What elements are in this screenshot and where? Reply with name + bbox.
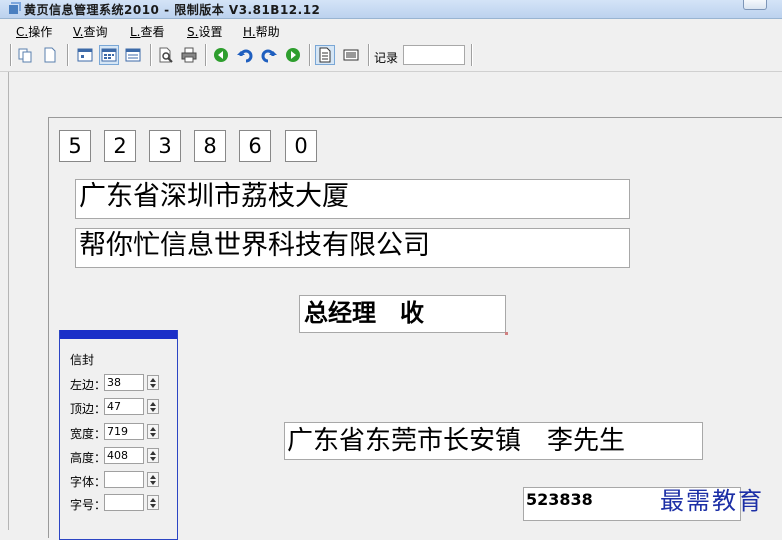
menu-operate[interactable]: C.操作: [16, 23, 52, 40]
height-spinner[interactable]: [147, 448, 159, 463]
left-margin-input[interactable]: 38: [104, 374, 144, 391]
copy-icon[interactable]: [15, 45, 35, 65]
recipient-field[interactable]: 总经理 收: [299, 295, 506, 333]
toolbar-separator: [368, 44, 370, 66]
spin-up-icon[interactable]: [150, 451, 156, 455]
zip-digit-box[interactable]: 8: [194, 130, 226, 162]
top-margin-spinner[interactable]: [147, 399, 159, 414]
toolbar: 记录: [0, 41, 782, 72]
menu-settings[interactable]: S.设置: [187, 23, 222, 40]
address-line2-field[interactable]: 帮你忙信息世界科技有限公司: [75, 228, 630, 268]
title-bar: 黄页信息管理系统2010 - 限制版本 V3.81B12.12: [0, 0, 782, 19]
zip-digit-box[interactable]: 0: [285, 130, 317, 162]
spin-down-icon[interactable]: [150, 481, 156, 485]
envelope-settings-panel: 信封 左边： 38 顶边： 47 宽度： 719 高度： 408 字体： 字号：: [59, 330, 178, 540]
forward-icon[interactable]: [283, 45, 303, 65]
top-margin-input[interactable]: 47: [104, 398, 144, 415]
width-label: 宽度：: [70, 427, 107, 441]
back-icon[interactable]: [211, 45, 231, 65]
layout-grid-icon[interactable]: [99, 45, 119, 65]
spin-down-icon[interactable]: [150, 457, 156, 461]
menu-bar: C.操作 V.查询 L.查看 S.设置 H.帮助: [0, 19, 782, 41]
spin-up-icon[interactable]: [150, 427, 156, 431]
print-icon[interactable]: [179, 45, 199, 65]
left-margin-spinner[interactable]: [147, 375, 159, 390]
menu-help[interactable]: H.帮助: [243, 23, 280, 40]
font-size-input[interactable]: [104, 494, 144, 511]
left-margin-label: 左边：: [70, 378, 107, 392]
workspace-edge: [8, 72, 9, 530]
width-input[interactable]: 719: [104, 423, 144, 440]
record-label: 记录: [374, 51, 399, 65]
spin-down-icon[interactable]: [150, 408, 156, 412]
window-title: 黄页信息管理系统2010 - 限制版本 V3.81B12.12: [24, 3, 321, 17]
minimize-button[interactable]: [743, 0, 767, 10]
zip-digit-box[interactable]: 5: [59, 130, 91, 162]
document-icon[interactable]: [315, 45, 335, 65]
height-label: 高度：: [70, 451, 107, 465]
app-icon: [9, 2, 21, 14]
spin-down-icon[interactable]: [150, 433, 156, 437]
record-input[interactable]: [403, 45, 465, 65]
panel-header-bar: [60, 330, 177, 339]
spin-up-icon[interactable]: [150, 475, 156, 479]
zip-digit-box[interactable]: 2: [104, 130, 136, 162]
font-size-spinner[interactable]: [147, 495, 159, 510]
top-margin-label: 顶边：: [70, 402, 107, 416]
spin-down-icon[interactable]: [150, 504, 156, 508]
spin-up-icon[interactable]: [150, 402, 156, 406]
zip-digit-box[interactable]: 3: [149, 130, 181, 162]
font-label: 字体：: [70, 475, 107, 489]
menu-view[interactable]: L.查看: [130, 23, 165, 40]
font-size-label: 字号：: [70, 498, 107, 512]
toolbar-separator: [10, 44, 12, 66]
width-spinner[interactable]: [147, 424, 159, 439]
font-input[interactable]: [104, 471, 144, 488]
toolbar-separator: [471, 44, 473, 66]
address-line1-field[interactable]: 广东省深圳市荔枝大厦: [75, 179, 630, 219]
layout-list-icon[interactable]: [123, 45, 143, 65]
list-view-icon[interactable]: [341, 45, 361, 65]
zip-digit-box[interactable]: 6: [239, 130, 271, 162]
undo-icon[interactable]: [235, 45, 255, 65]
redo-icon[interactable]: [259, 45, 279, 65]
toolbar-separator: [150, 44, 152, 66]
preview-icon[interactable]: [156, 45, 176, 65]
layout-one-icon[interactable]: [75, 45, 95, 65]
watermark-logo: 最需教育: [660, 487, 764, 515]
toolbar-separator: [205, 44, 207, 66]
toolbar-separator: [67, 44, 69, 66]
font-spinner[interactable]: [147, 472, 159, 487]
spin-down-icon[interactable]: [150, 384, 156, 388]
panel-title: 信封: [70, 353, 95, 367]
sender-field[interactable]: 广东省东莞市长安镇 李先生: [284, 422, 703, 460]
toolbar-separator: [309, 44, 311, 66]
menu-query[interactable]: V.查询: [73, 23, 108, 40]
spin-up-icon[interactable]: [150, 378, 156, 382]
resize-handle[interactable]: [505, 332, 508, 335]
new-page-icon[interactable]: [40, 45, 60, 65]
spin-up-icon[interactable]: [150, 498, 156, 502]
height-input[interactable]: 408: [104, 447, 144, 464]
